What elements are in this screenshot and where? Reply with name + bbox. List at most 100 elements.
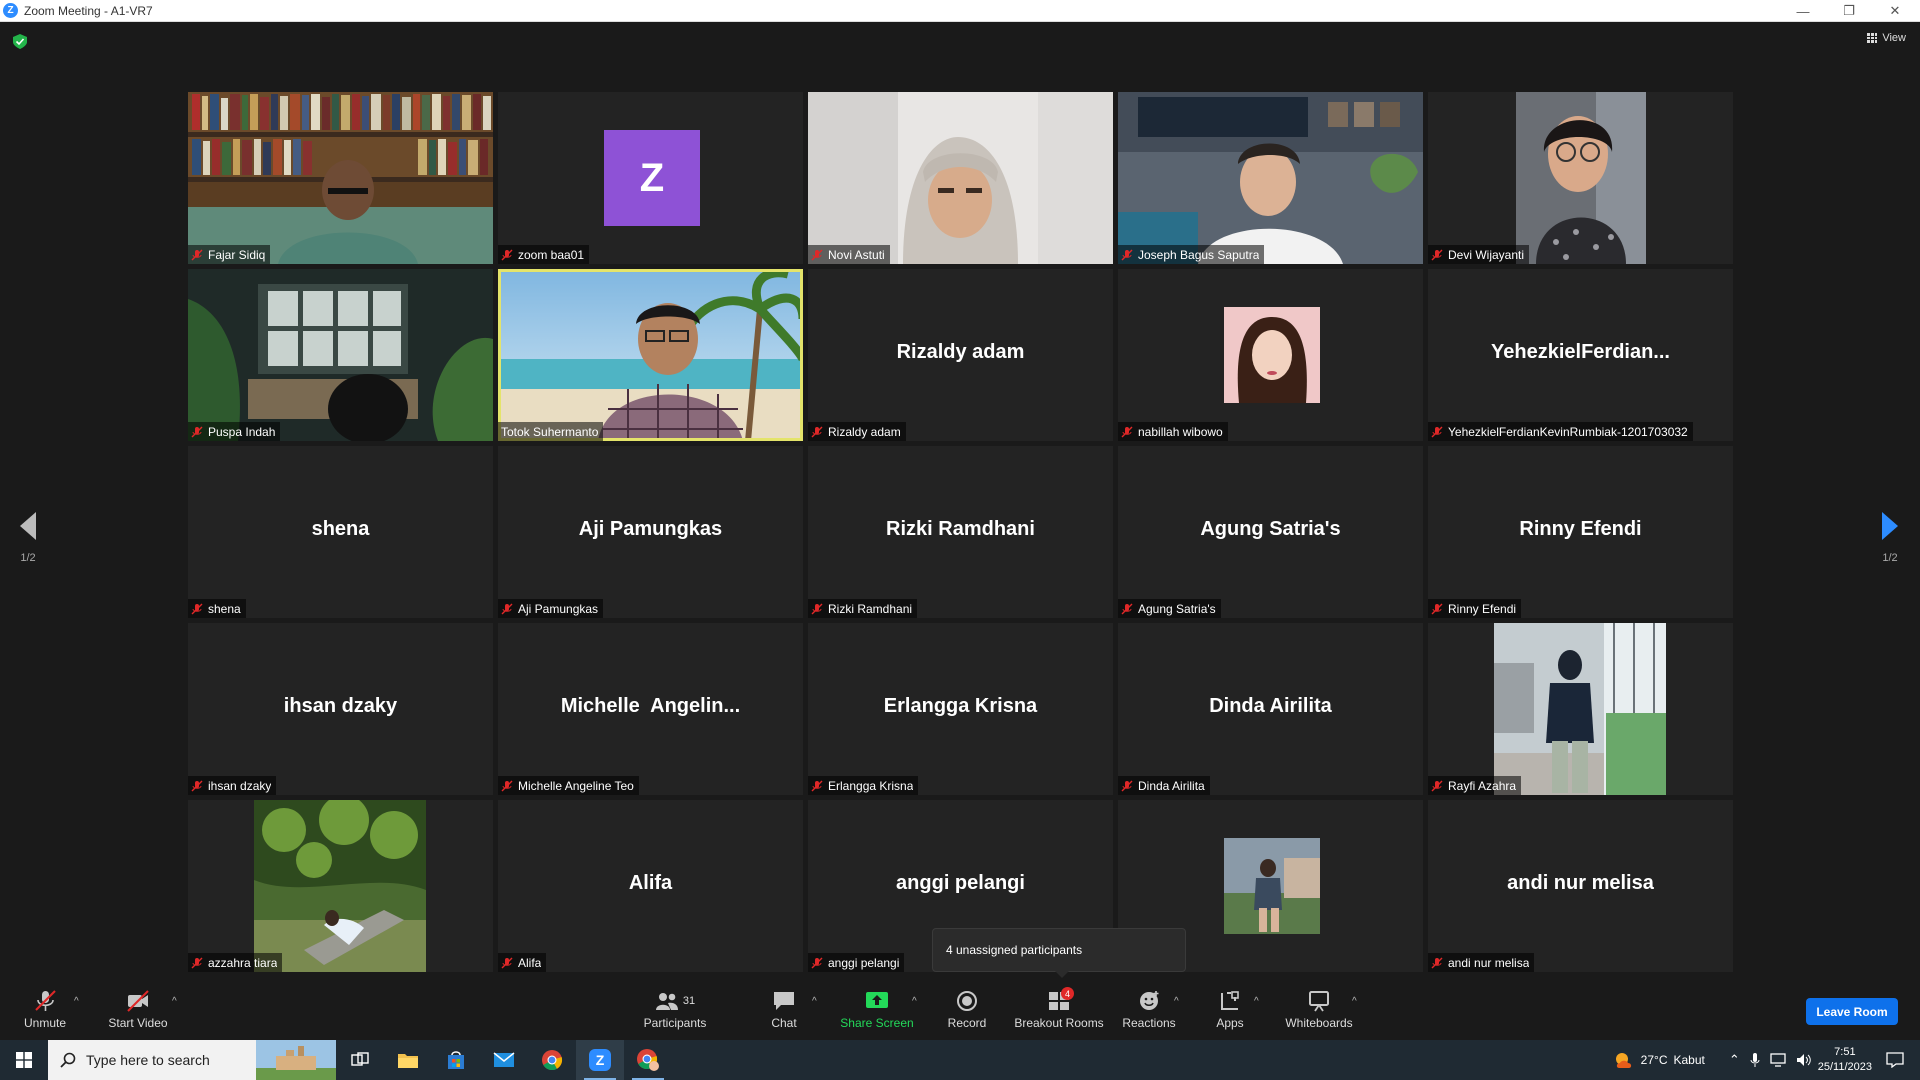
record-button[interactable]: Record xyxy=(946,980,988,1040)
close-button[interactable]: ✕ xyxy=(1872,0,1918,22)
microsoft-store-button[interactable] xyxy=(432,1040,480,1080)
system-tray: 27°C Kabut ⌃ 7:51 25/11/2023 xyxy=(1613,1040,1920,1080)
participant-tile[interactable]: shena shena xyxy=(188,446,493,618)
system-clock[interactable]: 7:51 25/11/2023 xyxy=(1818,1045,1872,1075)
chat-options-caret[interactable]: ^ xyxy=(812,996,817,1007)
show-hidden-icons-chevron-icon[interactable]: ⌃ xyxy=(1729,1052,1740,1068)
participant-tile[interactable]: Rayfi Azahra xyxy=(1428,623,1733,795)
microphone-muted-icon xyxy=(1121,603,1133,614)
participant-tile[interactable]: ihsan dzaky ihsan dzaky xyxy=(188,623,493,795)
zoom-taskbar-button[interactable]: Z xyxy=(576,1040,624,1080)
audio-options-caret[interactable]: ^ xyxy=(74,996,79,1007)
participant-tile[interactable]: Aji Pamungkas Aji Pamungkas xyxy=(498,446,803,618)
participant-tile[interactable]: Alifa Alifa xyxy=(498,800,803,972)
start-video-button[interactable]: Start Video xyxy=(104,980,172,1040)
participant-tile[interactable]: Michelle Angelin... Michelle Angeline Te… xyxy=(498,623,803,795)
reactions-options-caret[interactable]: ^ xyxy=(1174,996,1179,1007)
meeting-toolbar: Unmute ^ Start Video ^ 31 Participants C… xyxy=(0,980,1920,1040)
participant-tile[interactable]: azzahra tiara xyxy=(188,800,493,972)
microphone-muted-icon xyxy=(191,780,203,791)
video-options-caret[interactable]: ^ xyxy=(172,996,177,1007)
participant-name: shena xyxy=(208,601,241,616)
previous-page-button[interactable]: 1/2 xyxy=(8,512,48,564)
apps-options-caret[interactable]: ^ xyxy=(1254,996,1259,1007)
zoom-app-icon: Z xyxy=(589,1049,611,1071)
restore-button[interactable]: ❐ xyxy=(1826,0,1872,22)
taskbar-search-box[interactable]: Type here to search xyxy=(48,1040,336,1080)
search-highlight-castle-icon xyxy=(256,1040,336,1080)
zoom-logo-icon: Z xyxy=(3,3,18,18)
participant-tile[interactable]: nabillah wibowo xyxy=(1118,269,1423,441)
participant-display-name: Rizaldy adam xyxy=(896,341,1025,364)
start-button[interactable] xyxy=(0,1040,48,1080)
participant-tile[interactable]: Agung Satria's Agung Satria's xyxy=(1118,446,1423,618)
reactions-button[interactable]: Reactions xyxy=(1122,980,1176,1040)
breakout-rooms-button[interactable]: 4 Breakout Rooms xyxy=(1014,980,1104,1040)
chrome-button[interactable] xyxy=(528,1040,576,1080)
participant-tile[interactable]: Rinny Efendi Rinny Efendi xyxy=(1428,446,1733,618)
share-options-caret[interactable]: ^ xyxy=(912,996,917,1007)
mail-button[interactable] xyxy=(480,1040,528,1080)
participant-tile[interactable]: Z zoom baa01 xyxy=(498,92,803,264)
participant-tile-active-speaker[interactable]: Totok Suhermanto xyxy=(498,269,803,441)
whiteboards-options-caret[interactable]: ^ xyxy=(1352,996,1357,1007)
notifications-icon[interactable] xyxy=(1886,1052,1904,1068)
unmute-button[interactable]: Unmute xyxy=(18,980,72,1040)
minimize-button[interactable]: — xyxy=(1780,0,1826,22)
participant-tile[interactable]: Fajar Sidiq xyxy=(188,92,493,264)
participant-name-bar: shena xyxy=(188,599,246,618)
video-feed-living-room xyxy=(188,269,493,441)
microphone-muted-icon xyxy=(1121,426,1133,437)
participant-name: Joseph Bagus Saputra xyxy=(1138,247,1260,262)
apps-button[interactable]: Apps xyxy=(1212,980,1248,1040)
participant-tile[interactable]: andi nur melisa andi nur melisa xyxy=(1428,800,1733,972)
participant-name-bar: azzahra tiara xyxy=(188,953,283,972)
participant-display-name: anggi pelangi xyxy=(896,872,1025,895)
participant-tile[interactable]: Joseph Bagus Saputra xyxy=(1118,92,1423,264)
task-view-button[interactable] xyxy=(336,1040,384,1080)
participants-button[interactable]: 31 Participants xyxy=(638,980,712,1040)
microphone-muted-icon xyxy=(501,249,513,260)
participant-tile[interactable]: Rizki Ramdhani Rizki Ramdhani xyxy=(808,446,1113,618)
network-icon[interactable] xyxy=(1770,1053,1786,1067)
participant-tile[interactable]: Rizaldy adam Rizaldy adam xyxy=(808,269,1113,441)
participant-tile[interactable]: Devi Wijayanti xyxy=(1428,92,1733,264)
next-page-button[interactable]: 1/2 xyxy=(1870,512,1910,564)
participant-name-bar: Rayfi Azahra xyxy=(1428,776,1522,795)
participant-display-name: Alifa xyxy=(628,872,673,895)
chat-button[interactable]: Chat xyxy=(766,980,802,1040)
participant-name-bar: Totok Suhermanto xyxy=(498,422,604,441)
file-explorer-button[interactable] xyxy=(384,1040,432,1080)
view-button[interactable]: View xyxy=(1867,32,1906,44)
leave-room-button[interactable]: Leave Room xyxy=(1806,998,1898,1025)
share-screen-button[interactable]: Share Screen xyxy=(840,980,914,1040)
microphone-muted-icon xyxy=(1431,780,1443,791)
volume-icon[interactable] xyxy=(1796,1053,1812,1067)
participant-name-bar: Fajar Sidiq xyxy=(188,245,271,264)
participant-name-bar: andi nur melisa xyxy=(1428,953,1535,972)
window-titlebar: Z Zoom Meeting - A1-VR7 — ❐ ✕ xyxy=(0,0,1920,22)
participant-name-bar: Joseph Bagus Saputra xyxy=(1118,245,1265,264)
weather-widget[interactable]: 27°C Kabut xyxy=(1613,1050,1705,1070)
share-screen-icon xyxy=(866,992,888,1008)
microphone-tray-icon[interactable] xyxy=(1750,1052,1760,1068)
apps-label: Apps xyxy=(1216,1016,1244,1030)
participants-icon xyxy=(655,993,678,1010)
mail-envelope-icon xyxy=(493,1052,515,1067)
participant-name: Rinny Efendi xyxy=(1448,601,1517,616)
start-video-label: Start Video xyxy=(108,1016,168,1030)
participant-tile[interactable]: Puspa Indah xyxy=(188,269,493,441)
search-placeholder: Type here to search xyxy=(86,1052,210,1068)
participant-name-bar: Rizki Ramdhani xyxy=(808,599,918,618)
participant-tile[interactable]: Erlangga Krisna Erlangga Krisna xyxy=(808,623,1113,795)
participant-name: Novi Astuti xyxy=(828,247,885,262)
microphone-muted-icon xyxy=(811,249,823,260)
participant-tile[interactable]: YehezkielFerdian... YehezkielFerdianKevi… xyxy=(1428,269,1733,441)
participant-tile[interactable]: Novi Astuti xyxy=(808,92,1113,264)
security-shield-icon[interactable] xyxy=(13,34,27,49)
participant-name: Rayfi Azahra xyxy=(1448,778,1517,793)
chrome-profile-button[interactable] xyxy=(624,1040,672,1080)
participant-tile[interactable]: Dinda Airilita Dinda Airilita xyxy=(1118,623,1423,795)
whiteboards-button[interactable]: Whiteboards xyxy=(1284,980,1354,1040)
weather-sun-cloud-icon xyxy=(1615,1053,1631,1068)
